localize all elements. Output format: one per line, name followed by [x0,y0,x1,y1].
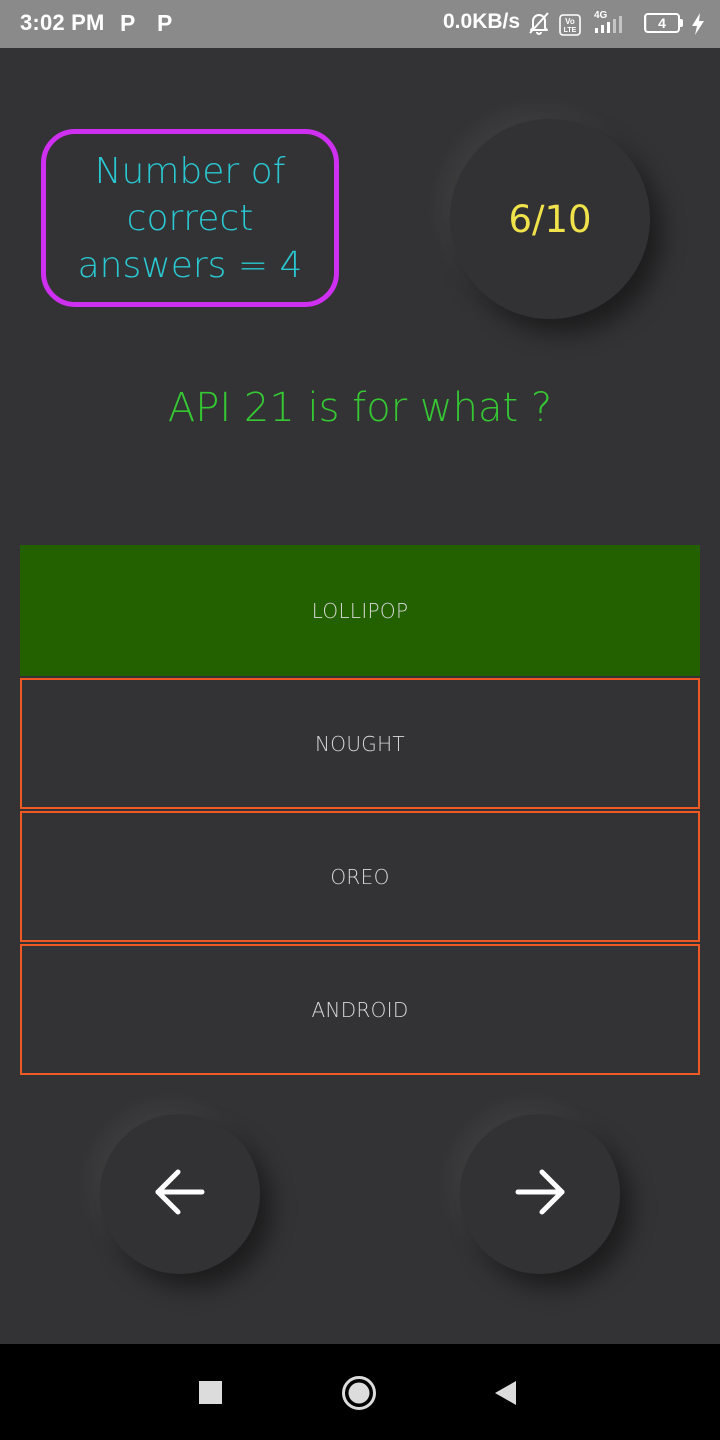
status-bar: 3:02 PM P P 0.0KB/s Vo LTE 4G 4 [0,0,720,48]
back-triangle-icon[interactable] [494,1380,518,1410]
battery-tip [680,19,683,27]
next-question-button[interactable] [460,1114,620,1274]
home-circle-icon[interactable] [341,1375,377,1415]
answer-option-label: OREO [330,864,390,889]
recents-square-icon[interactable] [199,1381,222,1408]
correct-answers-box: Number of correct answers = 4 [41,129,339,307]
status-time: 3:02 PM [20,10,105,35]
arrow-right-icon [512,1164,568,1224]
charging-bolt-icon [690,12,706,40]
battery-icon: 4 [644,13,680,33]
answer-option-lollipop[interactable]: LOLLIPOP [20,545,700,676]
previous-question-button[interactable] [100,1114,260,1274]
mute-bell-icon [527,10,551,38]
answer-options: LOLLIPOP NOUGHT OREO ANDROID [20,545,700,1077]
answer-option-label: ANDROID [311,997,409,1022]
svg-text:LTE: LTE [564,27,577,34]
question-progress: 6/10 [508,197,592,241]
question-progress-circle: 6/10 [450,119,650,319]
correct-answers-text: Number of correct answers = 4 [77,150,303,286]
answer-option-android[interactable]: ANDROID [20,944,700,1075]
question-text: API 21 is for what ? [167,385,553,431]
notification-icon-p: P [120,10,136,36]
svg-text:Vo: Vo [565,17,575,26]
answer-option-oreo[interactable]: OREO [20,811,700,942]
network-speed: 0.0KB/s [443,10,521,33]
answer-option-label: NOUGHT [315,731,405,756]
battery-label: 4 [658,15,666,31]
system-navigation-bar [0,1344,720,1440]
notification-icon-p: P [157,10,173,36]
answer-option-label: LOLLIPOP [311,598,409,623]
volte-icon: Vo LTE [559,14,581,42]
signal-4g-icon: 4G [591,8,631,36]
arrow-left-icon [152,1164,208,1224]
svg-text:4G: 4G [594,10,608,21]
answer-option-nought[interactable]: NOUGHT [20,678,700,809]
